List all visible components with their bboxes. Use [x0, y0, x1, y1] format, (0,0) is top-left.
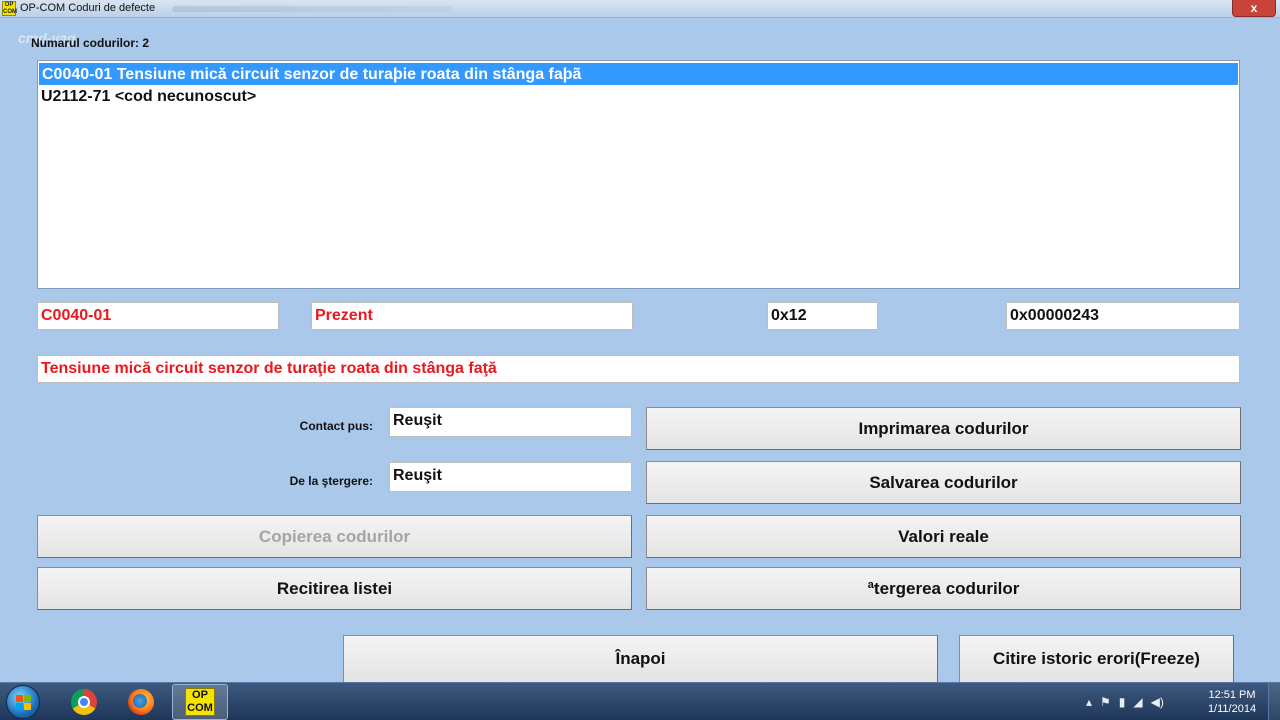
back-button[interactable]: Înapoi: [343, 635, 938, 683]
status-field: Prezent: [311, 302, 633, 330]
clock-time: 12:51 PM: [1208, 689, 1256, 701]
clear-label: De la ştergere:: [289, 474, 373, 488]
firefox-icon: [128, 689, 154, 715]
code-list-item[interactable]: U2112-71 <cod necunoscut>: [38, 85, 1239, 108]
title-blur-region: [172, 6, 452, 12]
hex-short-field: 0x12: [767, 302, 878, 330]
show-desktop-button[interactable]: [1268, 683, 1280, 720]
clock[interactable]: 12:51 PM 1/11/2014: [1200, 688, 1264, 716]
taskbar: OP COM ▴ ⚑ ▮ ◢ ◀) 12:51 PM 1/11/2014: [0, 682, 1280, 720]
code-field: C0040-01: [37, 302, 279, 330]
title-bar: OP COM OP-COM Coduri de defecte x: [0, 0, 1280, 18]
save-codes-button[interactable]: Salvarea codurilor: [646, 461, 1241, 504]
opcom-icon: OP COM: [185, 688, 215, 716]
opcom-app-icon: OP COM: [2, 1, 17, 16]
codes-list[interactable]: C0040-01 Tensiune mică circuit senzor de…: [37, 60, 1240, 289]
speaker-icon[interactable]: ◀): [1151, 695, 1164, 709]
chrome-icon: [71, 689, 97, 715]
delete-codes-button[interactable]: ªtergerea codurilor: [646, 567, 1241, 610]
hex-long-field: 0x00000243: [1006, 302, 1240, 330]
taskbar-opcom[interactable]: OP COM: [172, 684, 228, 720]
print-codes-button[interactable]: Imprimarea codurilor: [646, 407, 1241, 450]
close-button[interactable]: x: [1232, 0, 1276, 17]
network-icon[interactable]: ◢: [1133, 695, 1142, 709]
battery-icon[interactable]: ▮: [1119, 695, 1126, 709]
contact-label: Contact pus:: [299, 419, 373, 433]
clear-value-field: Reuşit: [389, 462, 632, 492]
code-list-item[interactable]: C0040-01 Tensiune mică circuit senzor de…: [39, 63, 1238, 85]
copy-codes-button[interactable]: Copierea codurilor: [37, 515, 632, 558]
windows-logo-icon: [16, 695, 32, 711]
system-tray: ▴ ⚑ ▮ ◢ ◀): [1086, 693, 1164, 711]
reread-list-button[interactable]: Recitirea listei: [37, 567, 632, 610]
real-values-button[interactable]: Valori reale: [646, 515, 1241, 558]
freeze-history-button[interactable]: Citire istoric erori(Freeze): [959, 635, 1234, 683]
taskbar-chrome[interactable]: [60, 685, 108, 719]
description-field: Tensiune mică circuit senzor de turaţie …: [37, 355, 1240, 383]
chevron-up-icon[interactable]: ▴: [1086, 695, 1092, 709]
taskbar-firefox[interactable]: [117, 685, 165, 719]
flag-icon[interactable]: ⚑: [1100, 695, 1111, 709]
clock-date: 1/11/2014: [1207, 703, 1257, 715]
codes-count-label: Numarul codurilor: 2: [31, 36, 150, 50]
start-button[interactable]: [6, 685, 40, 719]
contact-value-field: Reuşit: [389, 407, 632, 437]
window-title: OP-COM Coduri de defecte: [20, 2, 156, 14]
